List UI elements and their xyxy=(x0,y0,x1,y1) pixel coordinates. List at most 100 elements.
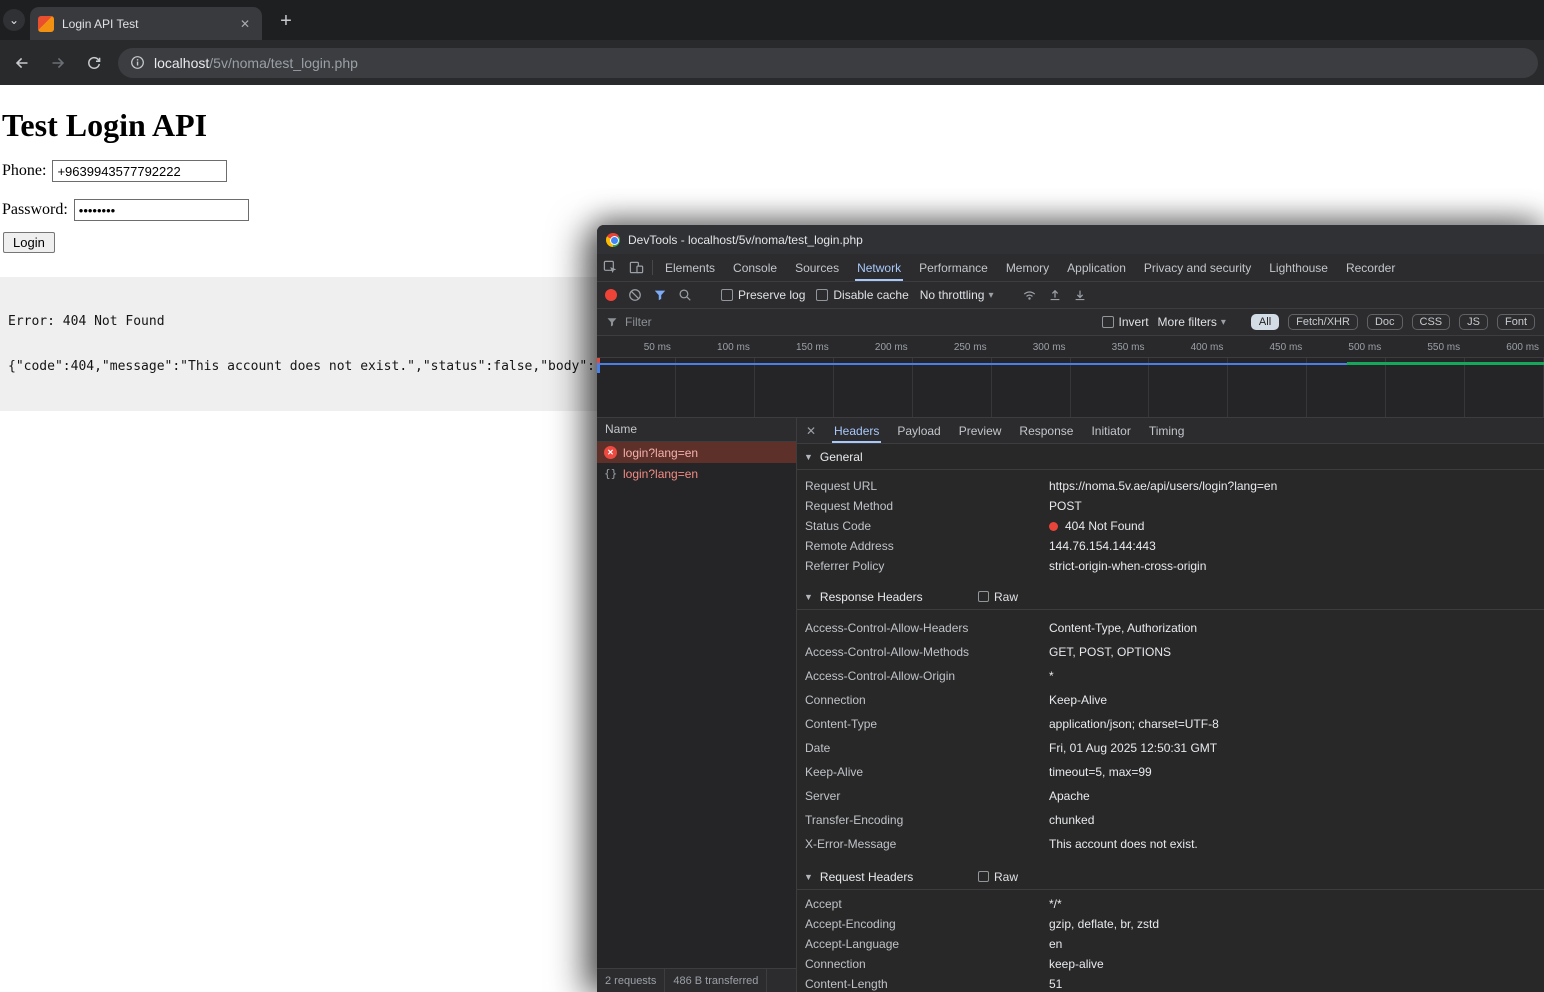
browser-tab[interactable]: Login API Test ✕ xyxy=(30,7,262,40)
more-filters-label: More filters xyxy=(1158,315,1217,329)
requests-count: 2 requests xyxy=(597,969,665,992)
header-value: gzip, deflate, br, zstd xyxy=(1049,917,1159,931)
phone-input[interactable] xyxy=(52,160,227,182)
filter-input[interactable]: Filter xyxy=(606,315,1093,329)
clear-icon[interactable] xyxy=(628,288,642,302)
filter-chip-css[interactable]: CSS xyxy=(1412,314,1451,330)
site-info-icon[interactable] xyxy=(130,55,145,70)
devtools-tab-privacy[interactable]: Privacy and security xyxy=(1135,254,1260,281)
request-detail-pane: ✕ Headers Payload Preview Response Initi… xyxy=(797,418,1544,992)
invert-checkbox[interactable]: Invert xyxy=(1102,315,1149,329)
address-bar[interactable]: localhost/5v/noma/test_login.php xyxy=(118,48,1538,78)
header-row: Transfer-Encoding chunked xyxy=(797,808,1544,832)
timeline-tick: 250 ms xyxy=(913,336,992,357)
general-section-header[interactable]: ▼ General xyxy=(797,444,1544,470)
throttling-select[interactable]: No throttling ▾ xyxy=(920,288,994,302)
record-icon[interactable] xyxy=(605,289,617,301)
disable-cache-checkbox[interactable]: Disable cache xyxy=(816,288,908,302)
detail-tab-headers[interactable]: Headers xyxy=(825,418,888,443)
timeline-tick: 100 ms xyxy=(676,336,755,357)
detail-tab-timing[interactable]: Timing xyxy=(1140,418,1194,443)
requests-panel: Name ✕ login?lang=en {} login?lang=en 2 … xyxy=(597,418,797,992)
preserve-log-checkbox[interactable]: Preserve log xyxy=(721,288,805,302)
response-headers-section-header[interactable]: ▼ Response Headers Raw xyxy=(797,584,1544,610)
url-path: /5v/noma/test_login.php xyxy=(209,55,358,71)
inspect-element-button[interactable] xyxy=(597,254,623,281)
disable-cache-label: Disable cache xyxy=(833,288,908,302)
filter-chip-font[interactable]: Font xyxy=(1497,314,1535,330)
timeline-tick: 600 ms xyxy=(1465,336,1544,357)
response-raw-checkbox[interactable]: Raw xyxy=(978,590,1018,604)
tab-close-icon[interactable]: ✕ xyxy=(236,15,254,33)
header-key: Date xyxy=(805,741,1049,755)
throttling-value: No throttling xyxy=(920,288,985,302)
header-key: Keep-Alive xyxy=(805,765,1049,779)
request-raw-checkbox[interactable]: Raw xyxy=(978,870,1018,884)
back-button[interactable] xyxy=(6,47,38,79)
back-icon xyxy=(14,55,30,71)
header-value: chunked xyxy=(1049,813,1094,827)
network-filter-bar: Filter Invert More filters ▾ All Fetch/X… xyxy=(597,309,1544,336)
header-value: 404 Not Found xyxy=(1049,519,1144,533)
search-icon[interactable] xyxy=(678,288,692,302)
filter-chip-fetch-xhr[interactable]: Fetch/XHR xyxy=(1288,314,1358,330)
reload-button[interactable] xyxy=(78,47,110,79)
detail-tab-payload[interactable]: Payload xyxy=(888,418,949,443)
timeline-ruler: 50 ms 100 ms 150 ms 200 ms 250 ms 300 ms… xyxy=(597,336,1544,358)
request-headers-title: Request Headers xyxy=(820,870,913,884)
detail-tab-preview[interactable]: Preview xyxy=(950,418,1011,443)
header-value: 144.76.154.144:443 xyxy=(1049,539,1156,553)
tab-search-button[interactable]: ⌄ xyxy=(3,9,25,31)
header-value: This account does not exist. xyxy=(1049,837,1198,851)
checkbox-icon xyxy=(1102,316,1114,328)
devtools-titlebar[interactable]: DevTools - localhost/5v/noma/test_login.… xyxy=(597,225,1544,254)
close-icon[interactable]: ✕ xyxy=(797,418,825,443)
header-key: Accept xyxy=(805,897,1049,911)
devtools-tab-memory[interactable]: Memory xyxy=(997,254,1058,281)
waterfall-blue-line xyxy=(597,363,1347,365)
filter-chip-all[interactable]: All xyxy=(1251,314,1279,330)
network-conditions-icon[interactable] xyxy=(1022,288,1037,302)
filter-chip-doc[interactable]: Doc xyxy=(1367,314,1403,330)
devtools-tab-sources[interactable]: Sources xyxy=(786,254,848,281)
new-tab-button[interactable]: + xyxy=(272,7,300,35)
devtools-tab-elements[interactable]: Elements xyxy=(656,254,724,281)
devtools-tab-performance[interactable]: Performance xyxy=(910,254,997,281)
devtools-tab-application[interactable]: Application xyxy=(1058,254,1135,281)
devtools-tab-recorder[interactable]: Recorder xyxy=(1337,254,1404,281)
header-value: Apache xyxy=(1049,789,1090,803)
detail-tab-initiator[interactable]: Initiator xyxy=(1082,418,1139,443)
password-row: Password: xyxy=(2,199,1544,221)
detail-tab-response[interactable]: Response xyxy=(1010,418,1082,443)
devtools-tab-network[interactable]: Network xyxy=(848,254,910,281)
request-row[interactable]: {} login?lang=en xyxy=(597,463,796,484)
devtools-tab-lighthouse[interactable]: Lighthouse xyxy=(1260,254,1337,281)
devtools-tab-console[interactable]: Console xyxy=(724,254,786,281)
request-row[interactable]: ✕ login?lang=en xyxy=(597,442,796,463)
device-toolbar-button[interactable] xyxy=(623,254,649,281)
header-row: Date Fri, 01 Aug 2025 12:50:31 GMT xyxy=(797,736,1544,760)
filter-chip-js[interactable]: JS xyxy=(1459,314,1488,330)
more-filters-button[interactable]: More filters ▾ xyxy=(1158,315,1226,329)
timeline-overview[interactable] xyxy=(597,358,1544,418)
header-row: Request URL https://noma.5v.ae/api/users… xyxy=(797,476,1544,496)
network-summary-bar: 2 requests 486 B transferred xyxy=(597,968,796,992)
header-key: Access-Control-Allow-Headers xyxy=(805,621,1049,635)
name-column-header[interactable]: Name xyxy=(597,418,796,442)
requests-empty-area xyxy=(597,484,796,968)
browser-tabstrip: ⌄ Login API Test ✕ + xyxy=(0,0,1544,40)
header-value: application/json; charset=UTF-8 xyxy=(1049,717,1219,731)
header-row: Accept */* xyxy=(797,894,1544,914)
filter-funnel-icon[interactable] xyxy=(653,288,667,302)
response-headers-section: Access-Control-Allow-Headers Content-Typ… xyxy=(797,610,1544,864)
request-headers-section-header[interactable]: ▼ Request Headers Raw xyxy=(797,864,1544,890)
password-input[interactable] xyxy=(74,199,249,221)
header-row: Status Code 404 Not Found xyxy=(797,516,1544,536)
forward-button[interactable] xyxy=(42,47,74,79)
login-button[interactable]: Login xyxy=(3,232,55,253)
import-har-icon[interactable] xyxy=(1048,288,1062,302)
detail-tabbar: ✕ Headers Payload Preview Response Initi… xyxy=(797,418,1544,444)
favicon-icon xyxy=(38,16,54,32)
chevron-down-icon: ⌄ xyxy=(9,13,19,27)
export-har-icon[interactable] xyxy=(1073,288,1087,302)
